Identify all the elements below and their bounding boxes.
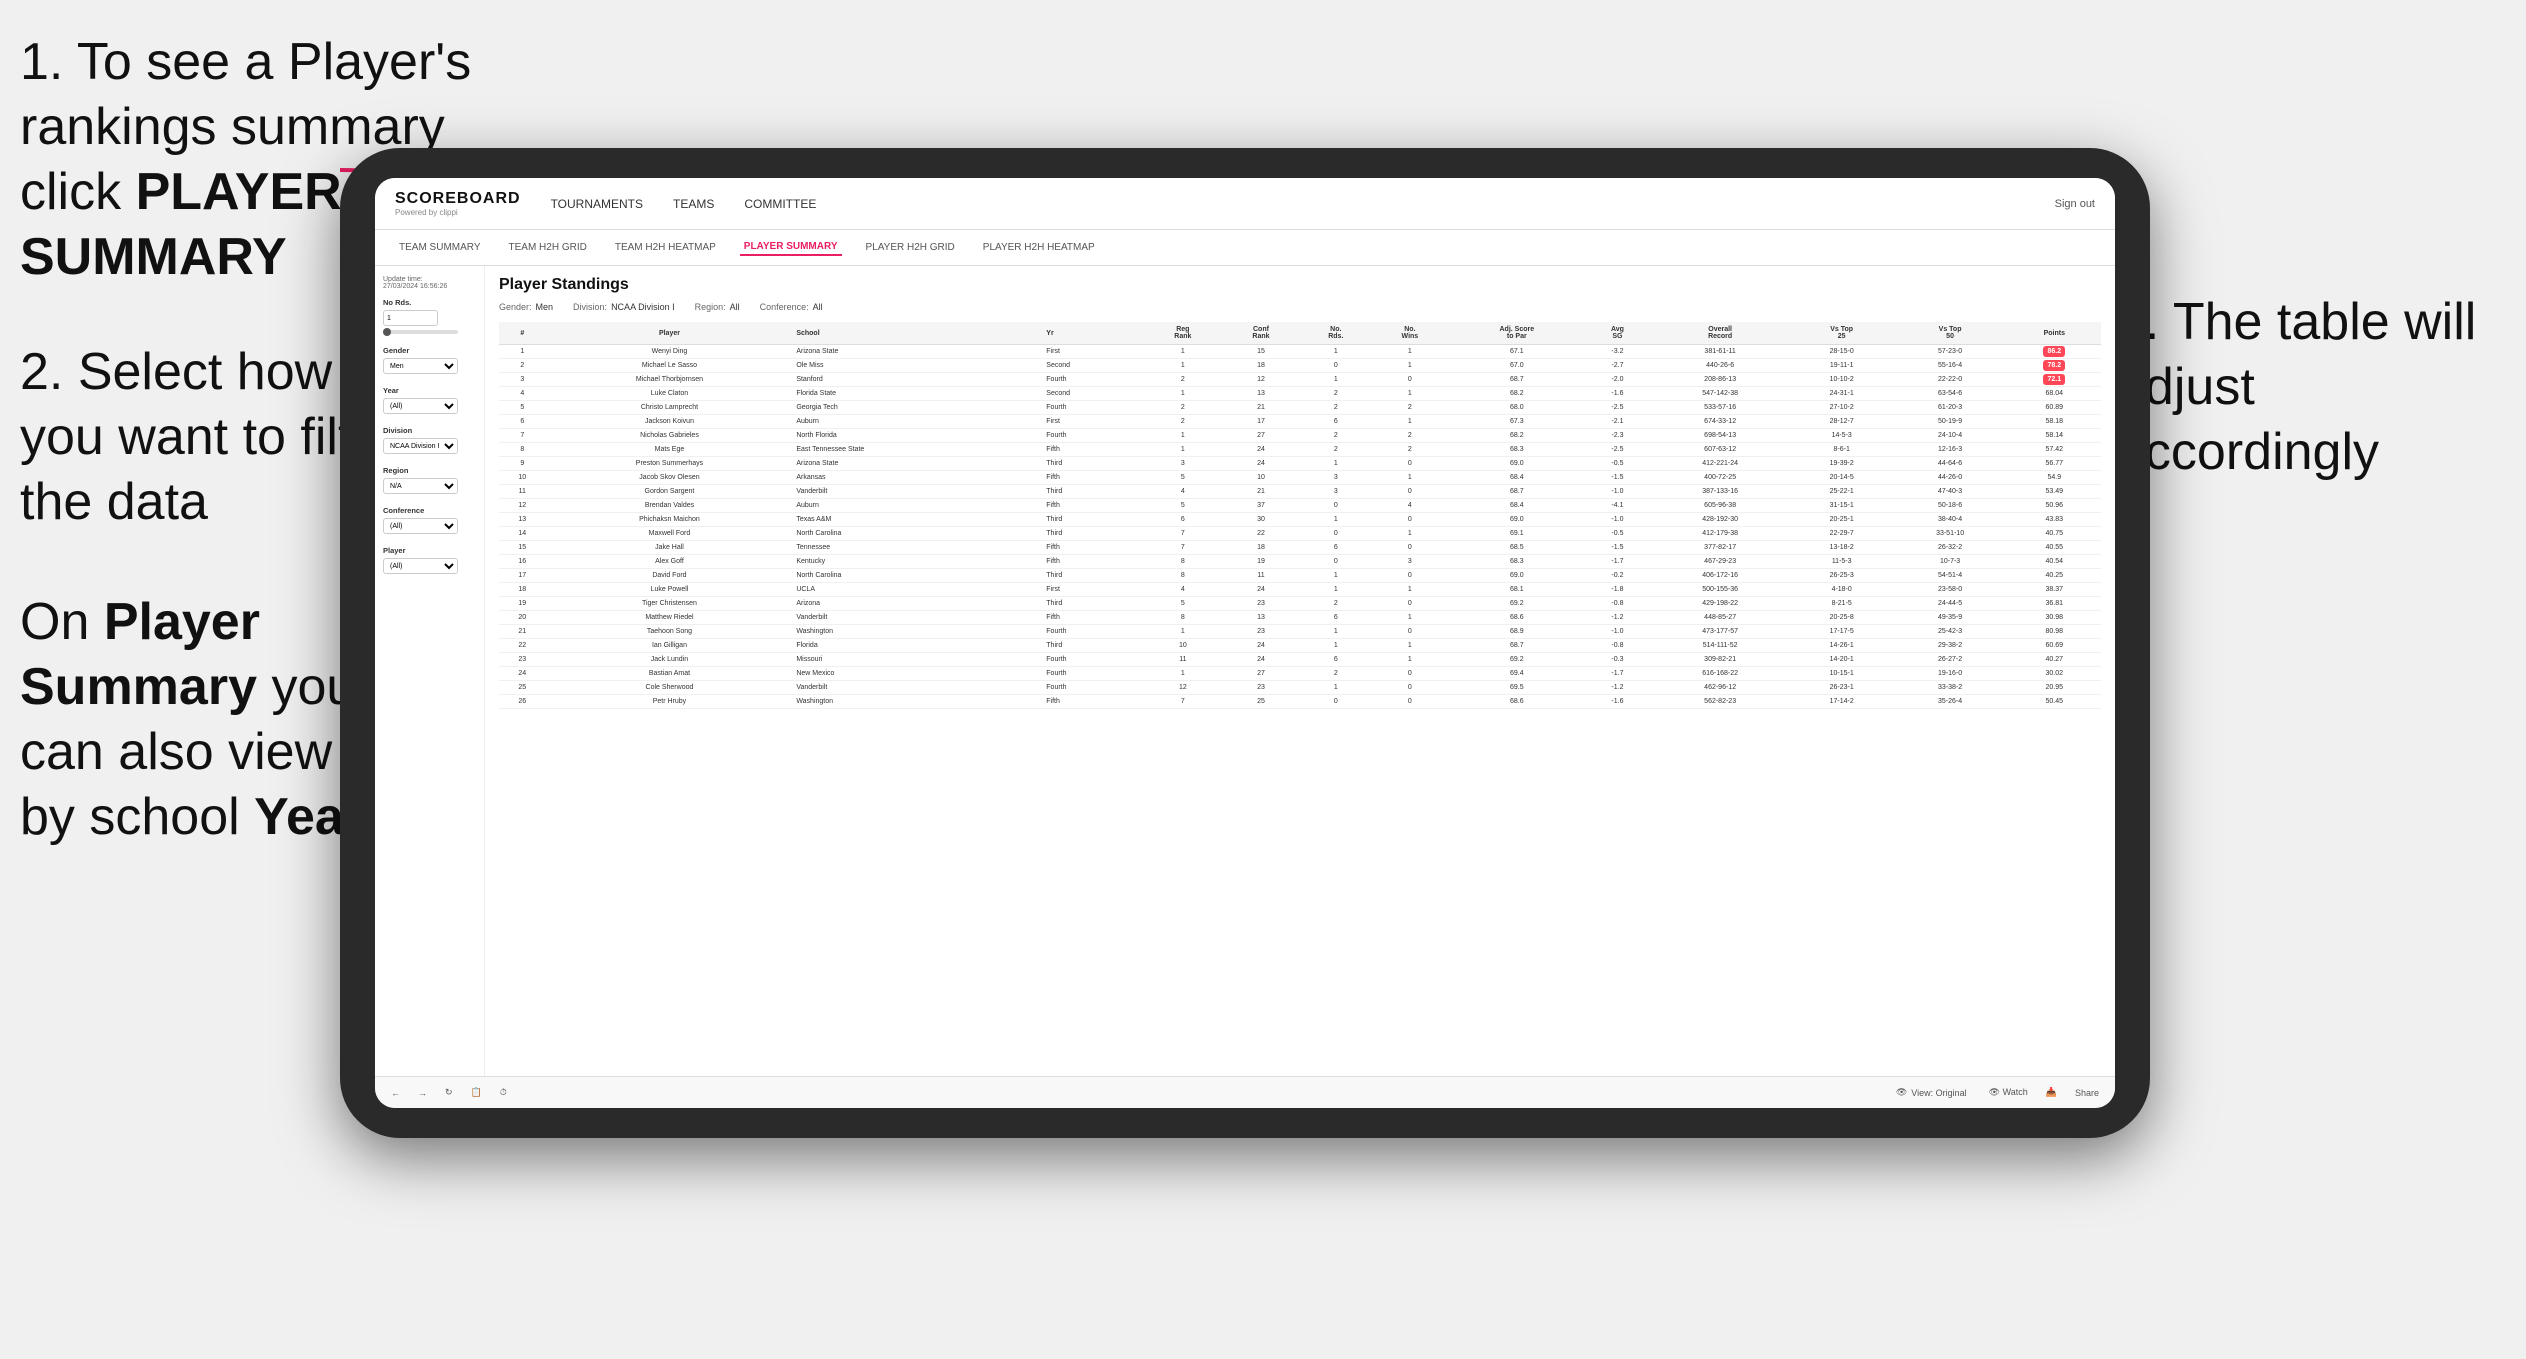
toolbar-copy[interactable]: 📋 bbox=[467, 1085, 486, 1100]
sidebar-gender: Gender Men bbox=[383, 346, 476, 374]
table-area: Player Standings Gender: Men Division: N… bbox=[485, 266, 2115, 1076]
instruction-step4: 3. The table will adjust accordingly bbox=[2116, 290, 2496, 485]
subnav-player-h2h-heatmap[interactable]: PLAYER H2H HEATMAP bbox=[979, 240, 1099, 255]
col-school: School bbox=[793, 322, 1043, 345]
nav-teams[interactable]: TEAMS bbox=[673, 193, 714, 215]
col-no-rds: No.Rds. bbox=[1300, 322, 1372, 345]
table-row: 5 Christo Lamprecht Georgia Tech Fourth … bbox=[499, 401, 2101, 415]
subnav-player-h2h-grid[interactable]: PLAYER H2H GRID bbox=[862, 240, 959, 255]
filter-summary-row: Gender: Men Division: NCAA Division I Re… bbox=[499, 302, 2101, 312]
toolbar-reload[interactable]: ↻ bbox=[441, 1085, 457, 1100]
col-vs25: Vs Top25 bbox=[1791, 322, 1893, 345]
table-row: 9 Preston Summerhays Arizona State Third… bbox=[499, 457, 2101, 471]
no-rds-input[interactable] bbox=[383, 310, 438, 326]
table-row: 8 Mats Ege East Tennessee State Fifth 1 … bbox=[499, 443, 2101, 457]
table-row: 2 Michael Le Sasso Ole Miss Second 1 18 … bbox=[499, 359, 2101, 373]
table-row: 4 Luke Claton Florida State Second 1 13 … bbox=[499, 387, 2101, 401]
table-row: 22 Ian Gilligan Florida Third 10 24 1 1 … bbox=[499, 639, 2101, 653]
col-reg-rank: RegRank bbox=[1144, 322, 1222, 345]
sidebar-player: Player (All) bbox=[383, 546, 476, 574]
col-num: # bbox=[499, 322, 546, 345]
table-row: 3 Michael Thorbjornsen Stanford Fourth 2… bbox=[499, 373, 2101, 387]
logo-text: SCOREBOARD bbox=[395, 190, 521, 208]
subnav-team-summary[interactable]: TEAM SUMMARY bbox=[395, 240, 485, 255]
table-row: 10 Jacob Skov Olesen Arkansas Fifth 5 10… bbox=[499, 471, 2101, 485]
tablet-screen: SCOREBOARD Powered by clippi TOURNAMENTS… bbox=[375, 178, 2115, 1108]
table-title: Player Standings bbox=[499, 276, 2101, 294]
table-row: 14 Maxwell Ford North Carolina Third 7 2… bbox=[499, 527, 2101, 541]
nav-items: TOURNAMENTS TEAMS COMMITTEE bbox=[551, 193, 2055, 215]
table-row: 12 Brendan Valdes Auburn Fifth 5 37 0 4 … bbox=[499, 499, 2101, 513]
sidebar-no-rds: No Rds. bbox=[383, 298, 476, 334]
year-select[interactable]: (All) bbox=[383, 398, 458, 414]
sidebar-update-time: Update time: 27/03/2024 16:56:26 bbox=[383, 276, 476, 290]
toolbar-clock[interactable]: ⏱ bbox=[496, 1085, 511, 1100]
table-row: 24 Bastian Amat New Mexico Fourth 1 27 2… bbox=[499, 667, 2101, 681]
sidebar-year: Year (All) bbox=[383, 386, 476, 414]
table-row: 17 David Ford North Carolina Third 8 11 … bbox=[499, 569, 2101, 583]
toolbar-share[interactable]: Share bbox=[2071, 1086, 2103, 1100]
sidebar-division: Division NCAA Division I bbox=[383, 426, 476, 454]
table-row: 1 Wenyi Ding Arizona State First 1 15 1 … bbox=[499, 345, 2101, 359]
sidebar-filters: Update time: 27/03/2024 16:56:26 No Rds.… bbox=[375, 266, 485, 1076]
table-row: 21 Taehoon Song Washington Fourth 1 23 1… bbox=[499, 625, 2101, 639]
col-points: Points bbox=[2008, 322, 2101, 345]
logo-sub: Powered by clippi bbox=[395, 208, 521, 217]
player-select[interactable]: (All) bbox=[383, 558, 458, 574]
step3-text: On bbox=[20, 593, 104, 651]
subnav-team-h2h-grid[interactable]: TEAM H2H GRID bbox=[505, 240, 591, 255]
conference-select[interactable]: (All) bbox=[383, 518, 458, 534]
toolbar-view[interactable]: 👁 View: Original bbox=[1896, 1087, 1967, 1098]
nav-tournaments[interactable]: TOURNAMENTS bbox=[551, 193, 643, 215]
table-row: 26 Petr Hruby Washington Fifth 7 25 0 0 … bbox=[499, 695, 2101, 709]
table-row: 16 Alex Goff Kentucky Fifth 8 19 0 3 68.… bbox=[499, 555, 2101, 569]
bottom-toolbar: ← → ↻ 📋 ⏱ 👁 View: Original 👁 Watch 📥 Sha… bbox=[375, 1076, 2115, 1108]
table-row: 20 Matthew Riedel Vanderbilt Fifth 8 13 … bbox=[499, 611, 2101, 625]
main-content: Update time: 27/03/2024 16:56:26 No Rds.… bbox=[375, 266, 2115, 1076]
table-row: 13 Phichaksn Maichon Texas A&M Third 6 3… bbox=[499, 513, 2101, 527]
col-no-wins: No.Wins bbox=[1372, 322, 1449, 345]
tablet-device: SCOREBOARD Powered by clippi TOURNAMENTS… bbox=[340, 148, 2150, 1138]
table-row: 7 Nicholas Gabrieles North Florida Fourt… bbox=[499, 429, 2101, 443]
subnav-player-summary[interactable]: PLAYER SUMMARY bbox=[740, 239, 842, 256]
toolbar-watch[interactable]: 👁 Watch bbox=[1985, 1085, 2032, 1100]
sidebar-region: Region N/A bbox=[383, 466, 476, 494]
toolbar-export[interactable]: 📥 bbox=[2042, 1085, 2061, 1100]
subnav-team-h2h-heatmap[interactable]: TEAM H2H HEATMAP bbox=[611, 240, 720, 255]
step4-text: 3. The table will adjust accordingly bbox=[2116, 293, 2476, 481]
region-select[interactable]: N/A bbox=[383, 478, 458, 494]
col-yr: Yr bbox=[1043, 322, 1144, 345]
table-row: 23 Jack Lundin Missouri Fourth 11 24 6 1… bbox=[499, 653, 2101, 667]
col-vs50: Vs Top50 bbox=[1893, 322, 2008, 345]
table-row: 15 Jake Hall Tennessee Fifth 7 18 6 0 68… bbox=[499, 541, 2101, 555]
toolbar-back[interactable]: ← bbox=[387, 1086, 404, 1100]
table-row: 25 Cole Sherwood Vanderbilt Fourth 12 23… bbox=[499, 681, 2101, 695]
table-row: 11 Gordon Sargent Vanderbilt Third 4 21 … bbox=[499, 485, 2101, 499]
sidebar-conference: Conference (All) bbox=[383, 506, 476, 534]
logo-area: SCOREBOARD Powered by clippi bbox=[395, 190, 521, 217]
toolbar-forward[interactable]: → bbox=[414, 1086, 431, 1100]
col-overall: OverallRecord bbox=[1650, 322, 1791, 345]
table-row: 6 Jackson Koivun Auburn First 2 17 6 1 6… bbox=[499, 415, 2101, 429]
col-conf-rank: ConfRank bbox=[1222, 322, 1300, 345]
gender-select[interactable]: Men bbox=[383, 358, 458, 374]
nav-committee[interactable]: COMMITTEE bbox=[744, 193, 816, 215]
player-standings-table: # Player School Yr RegRank ConfRank No.R… bbox=[499, 322, 2101, 709]
sub-nav: TEAM SUMMARY TEAM H2H GRID TEAM H2H HEAT… bbox=[375, 230, 2115, 266]
nav-sign-out[interactable]: Sign out bbox=[2055, 198, 2095, 210]
table-row: 18 Luke Powell UCLA First 4 24 1 1 68.1 … bbox=[499, 583, 2101, 597]
division-select[interactable]: NCAA Division I bbox=[383, 438, 458, 454]
col-avg-sg: AvgSG bbox=[1585, 322, 1649, 345]
no-rds-slider[interactable] bbox=[383, 330, 458, 334]
nav-bar: SCOREBOARD Powered by clippi TOURNAMENTS… bbox=[375, 178, 2115, 230]
col-adj-score: Adj. Scoreto Par bbox=[1448, 322, 1585, 345]
table-row: 19 Tiger Christensen Arizona Third 5 23 … bbox=[499, 597, 2101, 611]
col-player: Player bbox=[546, 322, 794, 345]
